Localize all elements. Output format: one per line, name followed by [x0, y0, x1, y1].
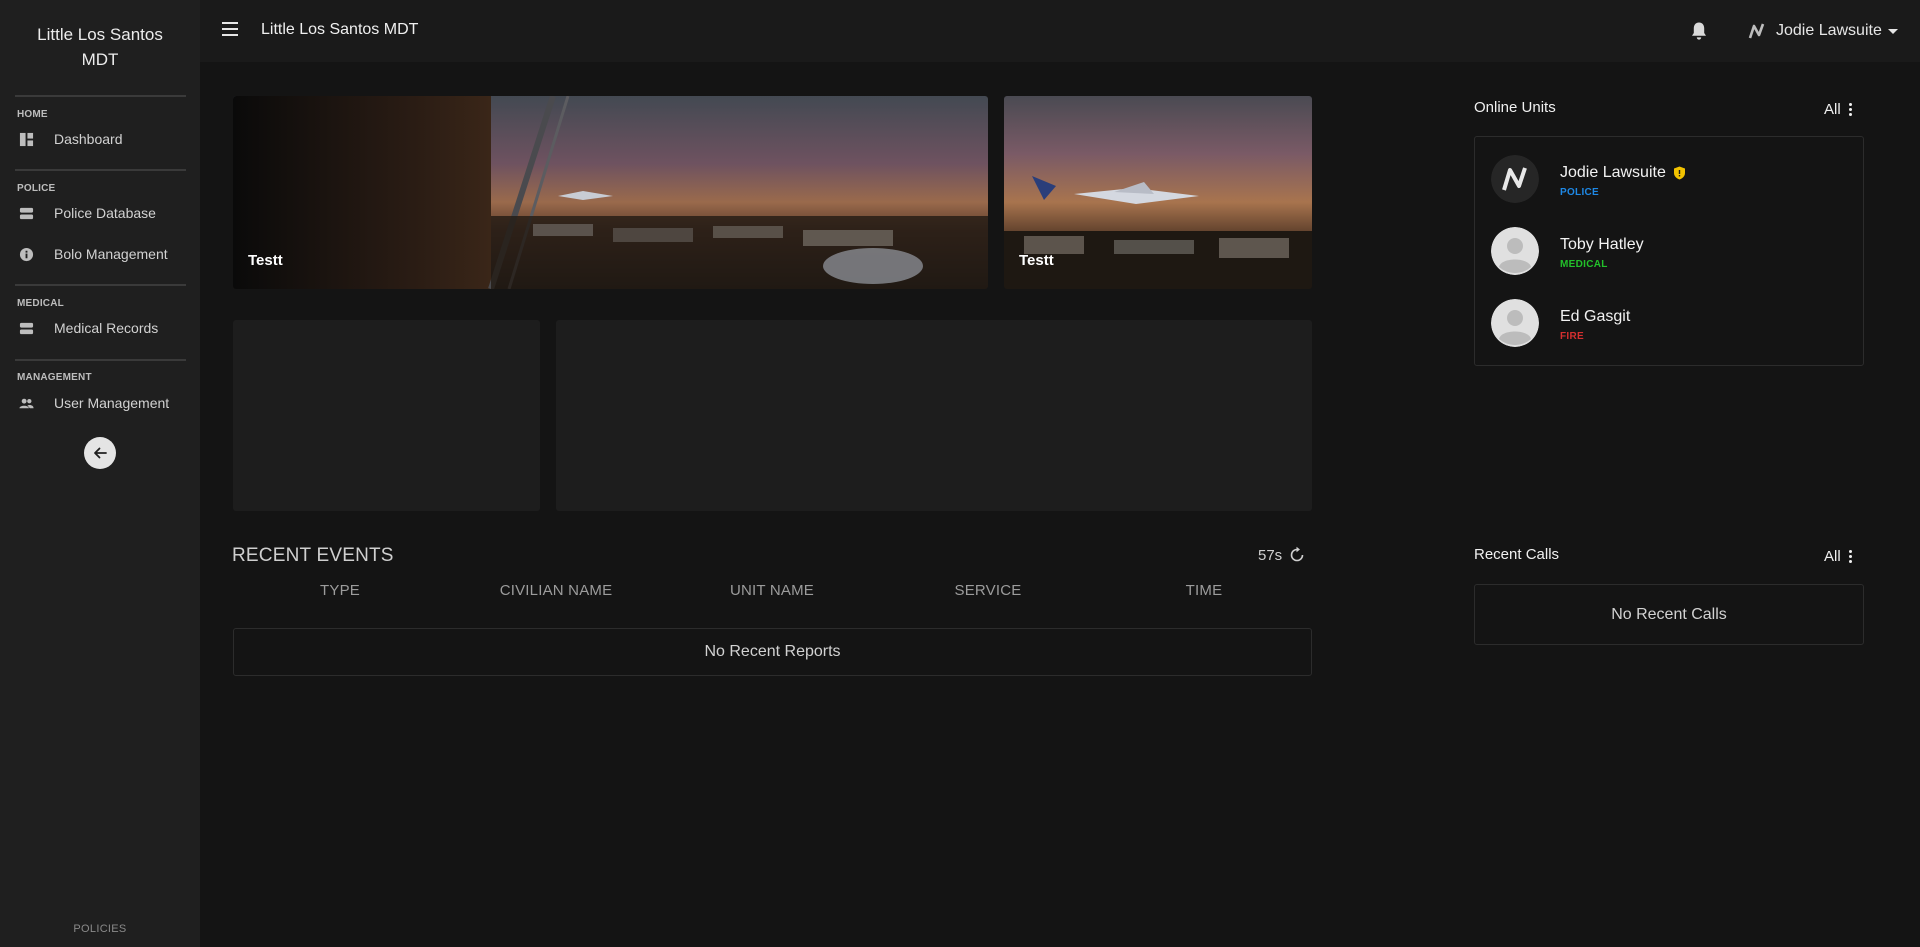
sidebar-item-label: Medical Records [54, 320, 159, 336]
sidebar-item-bolo-management[interactable]: Bolo Management [0, 239, 200, 269]
brand-title: Little Los Santos MDT [37, 25, 163, 69]
refresh-timer[interactable]: 57s [1258, 546, 1306, 564]
sidebar-item-user-management[interactable]: User Management [0, 388, 200, 418]
empty-panel [556, 320, 1312, 511]
recent-calls-filter[interactable]: All [1824, 548, 1852, 565]
unit-role: MEDICAL [1560, 259, 1608, 270]
default-avatar-icon [1491, 299, 1539, 347]
topbar: Little Los Santos MDT Jodie Lawsuite [200, 0, 1920, 62]
unit-row[interactable]: Toby Hatley MEDICAL [1491, 227, 1851, 279]
avatar [1491, 155, 1539, 203]
column-header-service[interactable]: SERVICE [888, 582, 1088, 599]
brand-logo-icon [1748, 23, 1765, 39]
database-icon [19, 322, 34, 335]
unit-row[interactable]: Jodie Lawsuite POLICE [1491, 155, 1851, 207]
banner-caption: Testt [248, 252, 283, 269]
shield-icon [1673, 166, 1685, 180]
users-icon [19, 398, 34, 409]
recent-calls-title: Recent Calls [1474, 546, 1560, 563]
sidebar-item-police-database[interactable]: Police Database [0, 198, 200, 228]
bell-icon[interactable] [1690, 21, 1708, 41]
more-vertical-icon [1848, 550, 1852, 563]
refresh-icon [1290, 546, 1304, 562]
filter-label: All [1824, 548, 1841, 565]
unit-name: Toby Hatley [1560, 236, 1644, 253]
brand-logo-icon [1491, 155, 1539, 203]
section-home: HOME [17, 109, 48, 120]
unit-role: FIRE [1560, 331, 1584, 342]
avatar [1491, 299, 1539, 347]
column-header-time[interactable]: TIME [1104, 582, 1304, 599]
section-police: POLICE [17, 183, 56, 194]
online-units-filter[interactable]: All [1824, 101, 1852, 118]
sidebar-divider [15, 284, 186, 286]
banner-card[interactable]: Testt [1004, 96, 1312, 289]
unit-row[interactable]: Ed Gasgit FIRE [1491, 299, 1851, 351]
column-header-type[interactable]: TYPE [240, 582, 440, 599]
recent-reports-empty: No Recent Reports [233, 628, 1312, 676]
unit-name: Ed Gasgit [1560, 308, 1631, 325]
collapse-sidebar-button[interactable] [84, 437, 116, 469]
database-icon [19, 207, 34, 220]
empty-panel [233, 320, 540, 511]
chevron-down-icon [1887, 28, 1898, 34]
recent-calls-empty: No Recent Calls [1474, 584, 1864, 645]
avatar [1491, 227, 1539, 275]
section-management: MANAGEMENT [17, 372, 92, 383]
sidebar-divider [15, 169, 186, 171]
default-avatar-icon [1491, 227, 1539, 275]
banner-image [233, 96, 988, 289]
filter-label: All [1824, 101, 1841, 118]
menu-icon[interactable] [222, 22, 238, 36]
section-medical: MEDICAL [17, 298, 64, 309]
user-name: Jodie Lawsuite [1776, 22, 1882, 39]
sidebar-divider [15, 95, 186, 97]
sidebar-divider [15, 359, 186, 361]
sidebar-item-medical-records[interactable]: Medical Records [0, 313, 200, 343]
sidebar-item-label: User Management [54, 395, 170, 411]
refresh-countdown: 57s [1258, 546, 1283, 564]
sidebar-item-dashboard[interactable]: Dashboard [0, 124, 200, 154]
banner-caption: Testt [1019, 252, 1054, 269]
unit-role: POLICE [1560, 187, 1600, 198]
sidebar-item-label: Dashboard [54, 131, 123, 147]
policies-link[interactable]: POLICIES [0, 923, 200, 935]
online-units-title: Online Units [1474, 99, 1556, 116]
topbar-title: Little Los Santos MDT [261, 21, 419, 38]
user-menu[interactable]: Jodie Lawsuite [1747, 18, 1898, 44]
banner-card[interactable]: Testt [233, 96, 988, 289]
column-header-unit-name[interactable]: UNIT NAME [672, 582, 872, 599]
sidebar-item-label: Bolo Management [54, 246, 168, 262]
info-icon [19, 247, 34, 262]
sidebar-item-label: Police Database [54, 205, 156, 221]
arrow-left-icon [94, 447, 107, 459]
more-vertical-icon [1848, 103, 1852, 116]
column-header-civilian-name[interactable]: CIVILIAN NAME [456, 582, 656, 599]
online-units-list: Jodie Lawsuite POLICE Toby Hatley MEDICA… [1474, 136, 1864, 366]
unit-name: Jodie Lawsuite [1560, 164, 1686, 182]
sidebar: Little Los Santos MDT HOME Dashboard POL… [0, 0, 200, 947]
recent-events-title: RECENT EVENTS [232, 545, 394, 566]
dashboard-icon [19, 132, 34, 147]
